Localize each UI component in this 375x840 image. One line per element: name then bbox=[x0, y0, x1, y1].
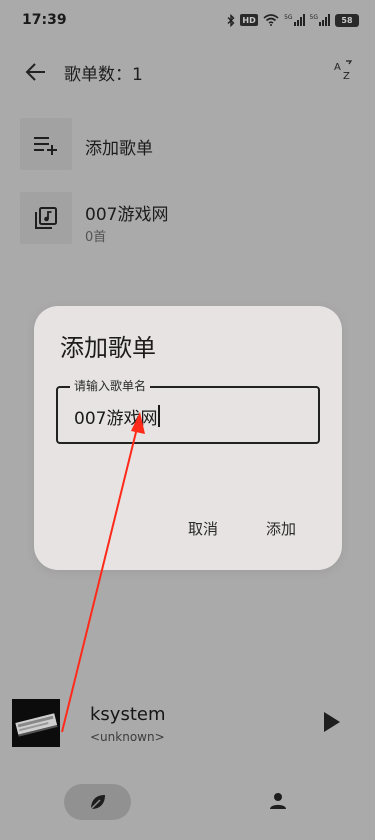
signal-1-icon: 5G bbox=[284, 14, 305, 26]
status-icons: HD 5G 5G 58 bbox=[227, 12, 359, 28]
playlist-add-icon bbox=[34, 137, 57, 155]
arrow-left-icon bbox=[25, 63, 45, 81]
status-bar: 17:39 HD 5G 5G 58 bbox=[0, 0, 375, 40]
music-library-icon bbox=[35, 207, 57, 229]
app-header: 歌单数：1 A Z bbox=[0, 50, 375, 94]
playlist-name-input[interactable]: 请输入歌单名 007游戏网 bbox=[56, 378, 320, 444]
svg-text:Z: Z bbox=[343, 71, 350, 82]
text-cursor bbox=[158, 405, 161, 427]
svg-text:A: A bbox=[334, 62, 341, 73]
playlist-title: 007游戏网 bbox=[85, 205, 169, 225]
sort-button[interactable]: A Z bbox=[331, 58, 357, 84]
sort-az-icon: A Z bbox=[334, 60, 353, 82]
cancel-button[interactable]: 取消 bbox=[188, 518, 218, 539]
add-playlist-label: 添加歌单 bbox=[85, 139, 153, 159]
wifi-icon bbox=[263, 14, 279, 26]
play-icon bbox=[324, 712, 340, 732]
add-playlist-item[interactable]: 添加歌单 bbox=[20, 118, 355, 174]
now-playing-artist: <unknown> bbox=[90, 730, 165, 744]
status-time: 17:39 bbox=[22, 12, 67, 28]
play-button[interactable] bbox=[319, 710, 343, 734]
hd-badge: HD bbox=[240, 14, 259, 26]
leaf-icon bbox=[90, 795, 105, 810]
input-value: 007游戏网 bbox=[74, 408, 158, 429]
nav-item-profile[interactable] bbox=[266, 789, 290, 813]
playlist-item[interactable]: 007游戏网 0首 bbox=[20, 192, 355, 248]
add-playlist-dialog: 添加歌单 请输入歌单名 007游戏网 取消 添加 bbox=[34, 306, 342, 570]
album-art bbox=[12, 699, 60, 747]
bluetooth-icon bbox=[227, 13, 235, 27]
signal-2-icon: 5G bbox=[310, 14, 330, 26]
dialog-title: 添加歌单 bbox=[60, 334, 156, 362]
now-playing-title: ksystem bbox=[90, 704, 166, 725]
person-icon bbox=[270, 793, 286, 809]
input-value-wrap: 007游戏网 bbox=[74, 403, 161, 429]
input-label: 请输入歌单名 bbox=[70, 378, 151, 394]
playlist-thumb bbox=[20, 192, 72, 244]
back-button[interactable] bbox=[22, 58, 50, 86]
playlist-count: 0首 bbox=[85, 230, 107, 245]
add-playlist-thumb bbox=[20, 118, 72, 170]
bottom-nav bbox=[0, 780, 375, 828]
battery-icon: 58 bbox=[335, 13, 359, 27]
nav-item-home[interactable] bbox=[64, 784, 131, 820]
page-title: 歌单数：1 bbox=[64, 65, 143, 85]
now-playing-bar[interactable]: ksystem <unknown> bbox=[0, 690, 375, 754]
add-button[interactable]: 添加 bbox=[266, 518, 296, 539]
album-art-image bbox=[12, 699, 60, 747]
